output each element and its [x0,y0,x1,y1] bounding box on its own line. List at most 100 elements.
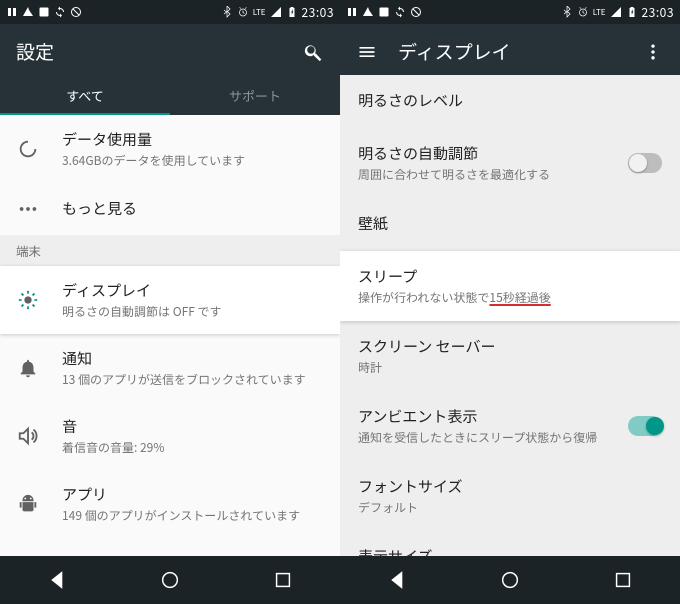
row-title: ディスプレイ [62,280,324,301]
nav-back[interactable] [44,567,70,593]
row-title: スリープ [358,266,662,287]
section-device: 端末 [0,235,340,266]
lte-label: LTE [593,7,606,18]
sync-icon [54,6,66,18]
hamburger-icon [357,42,377,62]
search-button[interactable] [302,41,324,63]
apps-icon [16,492,40,516]
nav-bar [340,556,680,604]
phone-left: LTE 23:03 設定 すべて サポート データ使用量 3.64GBのデータを… [0,0,340,604]
row-title: 音 [62,416,324,437]
phone-right: LTE 23:03 ディスプレイ 明るさのレベル 明るさの自動調節 周囲に合わせ… [340,0,680,604]
sync-icon [394,6,406,18]
app-bar-settings: 設定 [0,24,340,75]
row-brightness[interactable]: 明るさのレベル [340,75,680,128]
signal-icon [270,6,282,18]
status-right-icons: LTE 23:03 [561,4,674,21]
tab-all[interactable]: すべて [0,75,170,115]
tab-support[interactable]: サポート [170,75,340,115]
app-icon-3 [378,6,390,18]
row-sub: 着信音の音量: 29% [62,439,324,456]
row-title: 壁紙 [358,213,662,234]
row-apps[interactable]: アプリ 149 個のアプリがインストールされています [0,470,340,538]
lte-label: LTE [253,7,266,18]
row-screensaver[interactable]: スクリーン セーバー 時計 [340,321,680,391]
bluetooth-icon [221,6,233,18]
row-display[interactable]: ディスプレイ 明るさの自動調節は OFF です [0,266,340,334]
app-icon-2 [362,6,374,18]
row-title: 通知 [62,348,324,369]
more-vert-icon [643,42,663,62]
row-sub: 149 個のアプリがインストールされています [62,507,324,524]
battery-charging-icon [626,6,638,18]
nav-recent[interactable] [610,567,636,593]
status-left-icons [346,6,422,18]
row-sub: 3.64GBのデータを使用しています [62,152,324,169]
signal-icon [610,6,622,18]
row-data-usage[interactable]: データ使用量 3.64GBのデータを使用しています [0,115,340,183]
overflow-button[interactable] [642,41,664,63]
row-title: スクリーン セーバー [358,336,662,357]
row-display-size[interactable]: 表示サイズ デフォルト [340,531,680,556]
row-ambient-display[interactable]: アンビエント表示 通知を受信したときにスリープ状態から復帰 [340,391,680,461]
status-right-icons: LTE 23:03 [221,4,334,21]
volume-icon [16,424,40,448]
nav-bar [0,556,340,604]
display-icon [16,288,40,312]
drawer-button[interactable] [356,41,378,63]
row-sound[interactable]: 音 着信音の音量: 29% [0,402,340,470]
row-title: もっと見る [62,198,324,219]
settings-list[interactable]: データ使用量 3.64GBのデータを使用しています もっと見る 端末 ディスプレ… [0,115,340,556]
no-sim-icon [70,6,82,18]
status-bar: LTE 23:03 [340,0,680,24]
row-sub: 周囲に合わせて明るさを最適化する [358,166,606,183]
status-bar: LTE 23:03 [0,0,340,24]
nav-recent[interactable] [270,567,296,593]
app-icon-3 [38,6,50,18]
more-icon [16,197,40,221]
nav-home[interactable] [497,567,523,593]
row-title: 明るさの自動調節 [358,143,606,164]
auto-brightness-toggle[interactable] [628,153,662,173]
clock: 23:03 [302,4,334,21]
no-sim-icon [410,6,422,18]
alarm-icon [577,6,589,18]
battery-charging-icon [286,6,298,18]
row-sub: 時計 [358,359,662,376]
row-title: アプリ [62,484,324,505]
nav-back[interactable] [384,567,410,593]
display-settings-list[interactable]: 明るさのレベル 明るさの自動調節 周囲に合わせて明るさを最適化する 壁紙 スリー… [340,75,680,556]
nav-home[interactable] [157,567,183,593]
data-usage-icon [16,137,40,161]
row-sleep[interactable]: スリープ 操作が行われない状態で15秒経過後 [340,251,680,321]
row-storage[interactable]: ストレージ 58.24GB のうち 45.52GB を使用しています [0,538,340,556]
status-left-icons [6,6,82,18]
search-icon [303,42,323,62]
app-bar-display: ディスプレイ [340,24,680,75]
row-title: データ使用量 [62,129,324,150]
row-notifications[interactable]: 通知 13 個のアプリが送信をブロックされています [0,334,340,402]
row-title: フォントサイズ [358,476,662,497]
row-wallpaper[interactable]: 壁紙 [340,198,680,251]
row-sub: 13 個のアプリが送信をブロックされています [62,371,324,388]
page-title: ディスプレイ [398,38,622,65]
alarm-icon [237,6,249,18]
sleep-timeout-value: 15秒経過後 [489,289,550,306]
row-more[interactable]: もっと見る [0,183,340,235]
row-font-size[interactable]: フォントサイズ デフォルト [340,461,680,531]
app-icon-2 [22,6,34,18]
row-sub: 操作が行われない状態で15秒経過後 [358,289,662,306]
row-title: 明るさのレベル [358,90,662,111]
row-sub: デフォルト [358,499,662,516]
app-icon-1 [346,6,358,18]
tabs: すべて サポート [0,75,340,115]
row-auto-brightness[interactable]: 明るさの自動調節 周囲に合わせて明るさを最適化する [340,128,680,198]
bluetooth-icon [561,6,573,18]
bell-icon [16,356,40,380]
row-title: アンビエント表示 [358,406,606,427]
page-title: 設定 [16,38,282,65]
row-sub: 明るさの自動調節は OFF です [62,303,324,320]
clock: 23:03 [642,4,674,21]
ambient-toggle[interactable] [628,416,662,436]
row-title: 表示サイズ [358,546,662,556]
